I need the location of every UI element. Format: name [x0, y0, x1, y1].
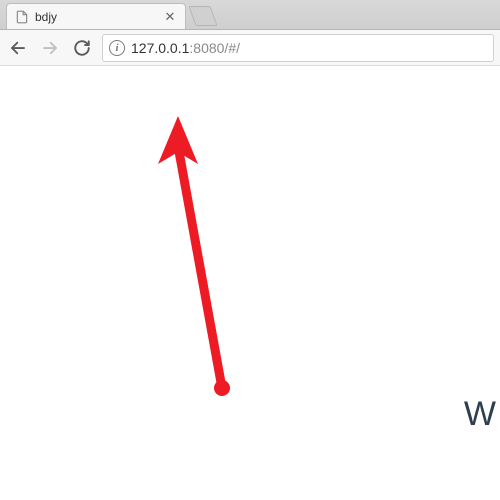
- address-bar[interactable]: i 127.0.0.1:8080/#/: [102, 34, 494, 62]
- url-path: :8080/#/: [189, 40, 240, 56]
- toolbar: i 127.0.0.1:8080/#/: [0, 30, 500, 66]
- reload-button[interactable]: [70, 36, 94, 60]
- browser-tab[interactable]: bdjy ✕: [6, 3, 186, 29]
- tab-strip: bdjy ✕: [0, 0, 500, 30]
- close-icon[interactable]: ✕: [163, 10, 177, 24]
- forward-button[interactable]: [38, 36, 62, 60]
- site-info-icon[interactable]: i: [109, 40, 125, 56]
- file-icon: [15, 10, 29, 24]
- page-heading-fragment: W: [464, 395, 496, 434]
- annotation-arrow: [150, 116, 270, 396]
- page-viewport: W: [0, 66, 500, 500]
- url-host: 127.0.0.1: [131, 40, 189, 56]
- new-tab-button[interactable]: [188, 6, 217, 26]
- back-button[interactable]: [6, 36, 30, 60]
- tab-title: bdjy: [35, 10, 157, 24]
- url-text: 127.0.0.1:8080/#/: [131, 40, 240, 56]
